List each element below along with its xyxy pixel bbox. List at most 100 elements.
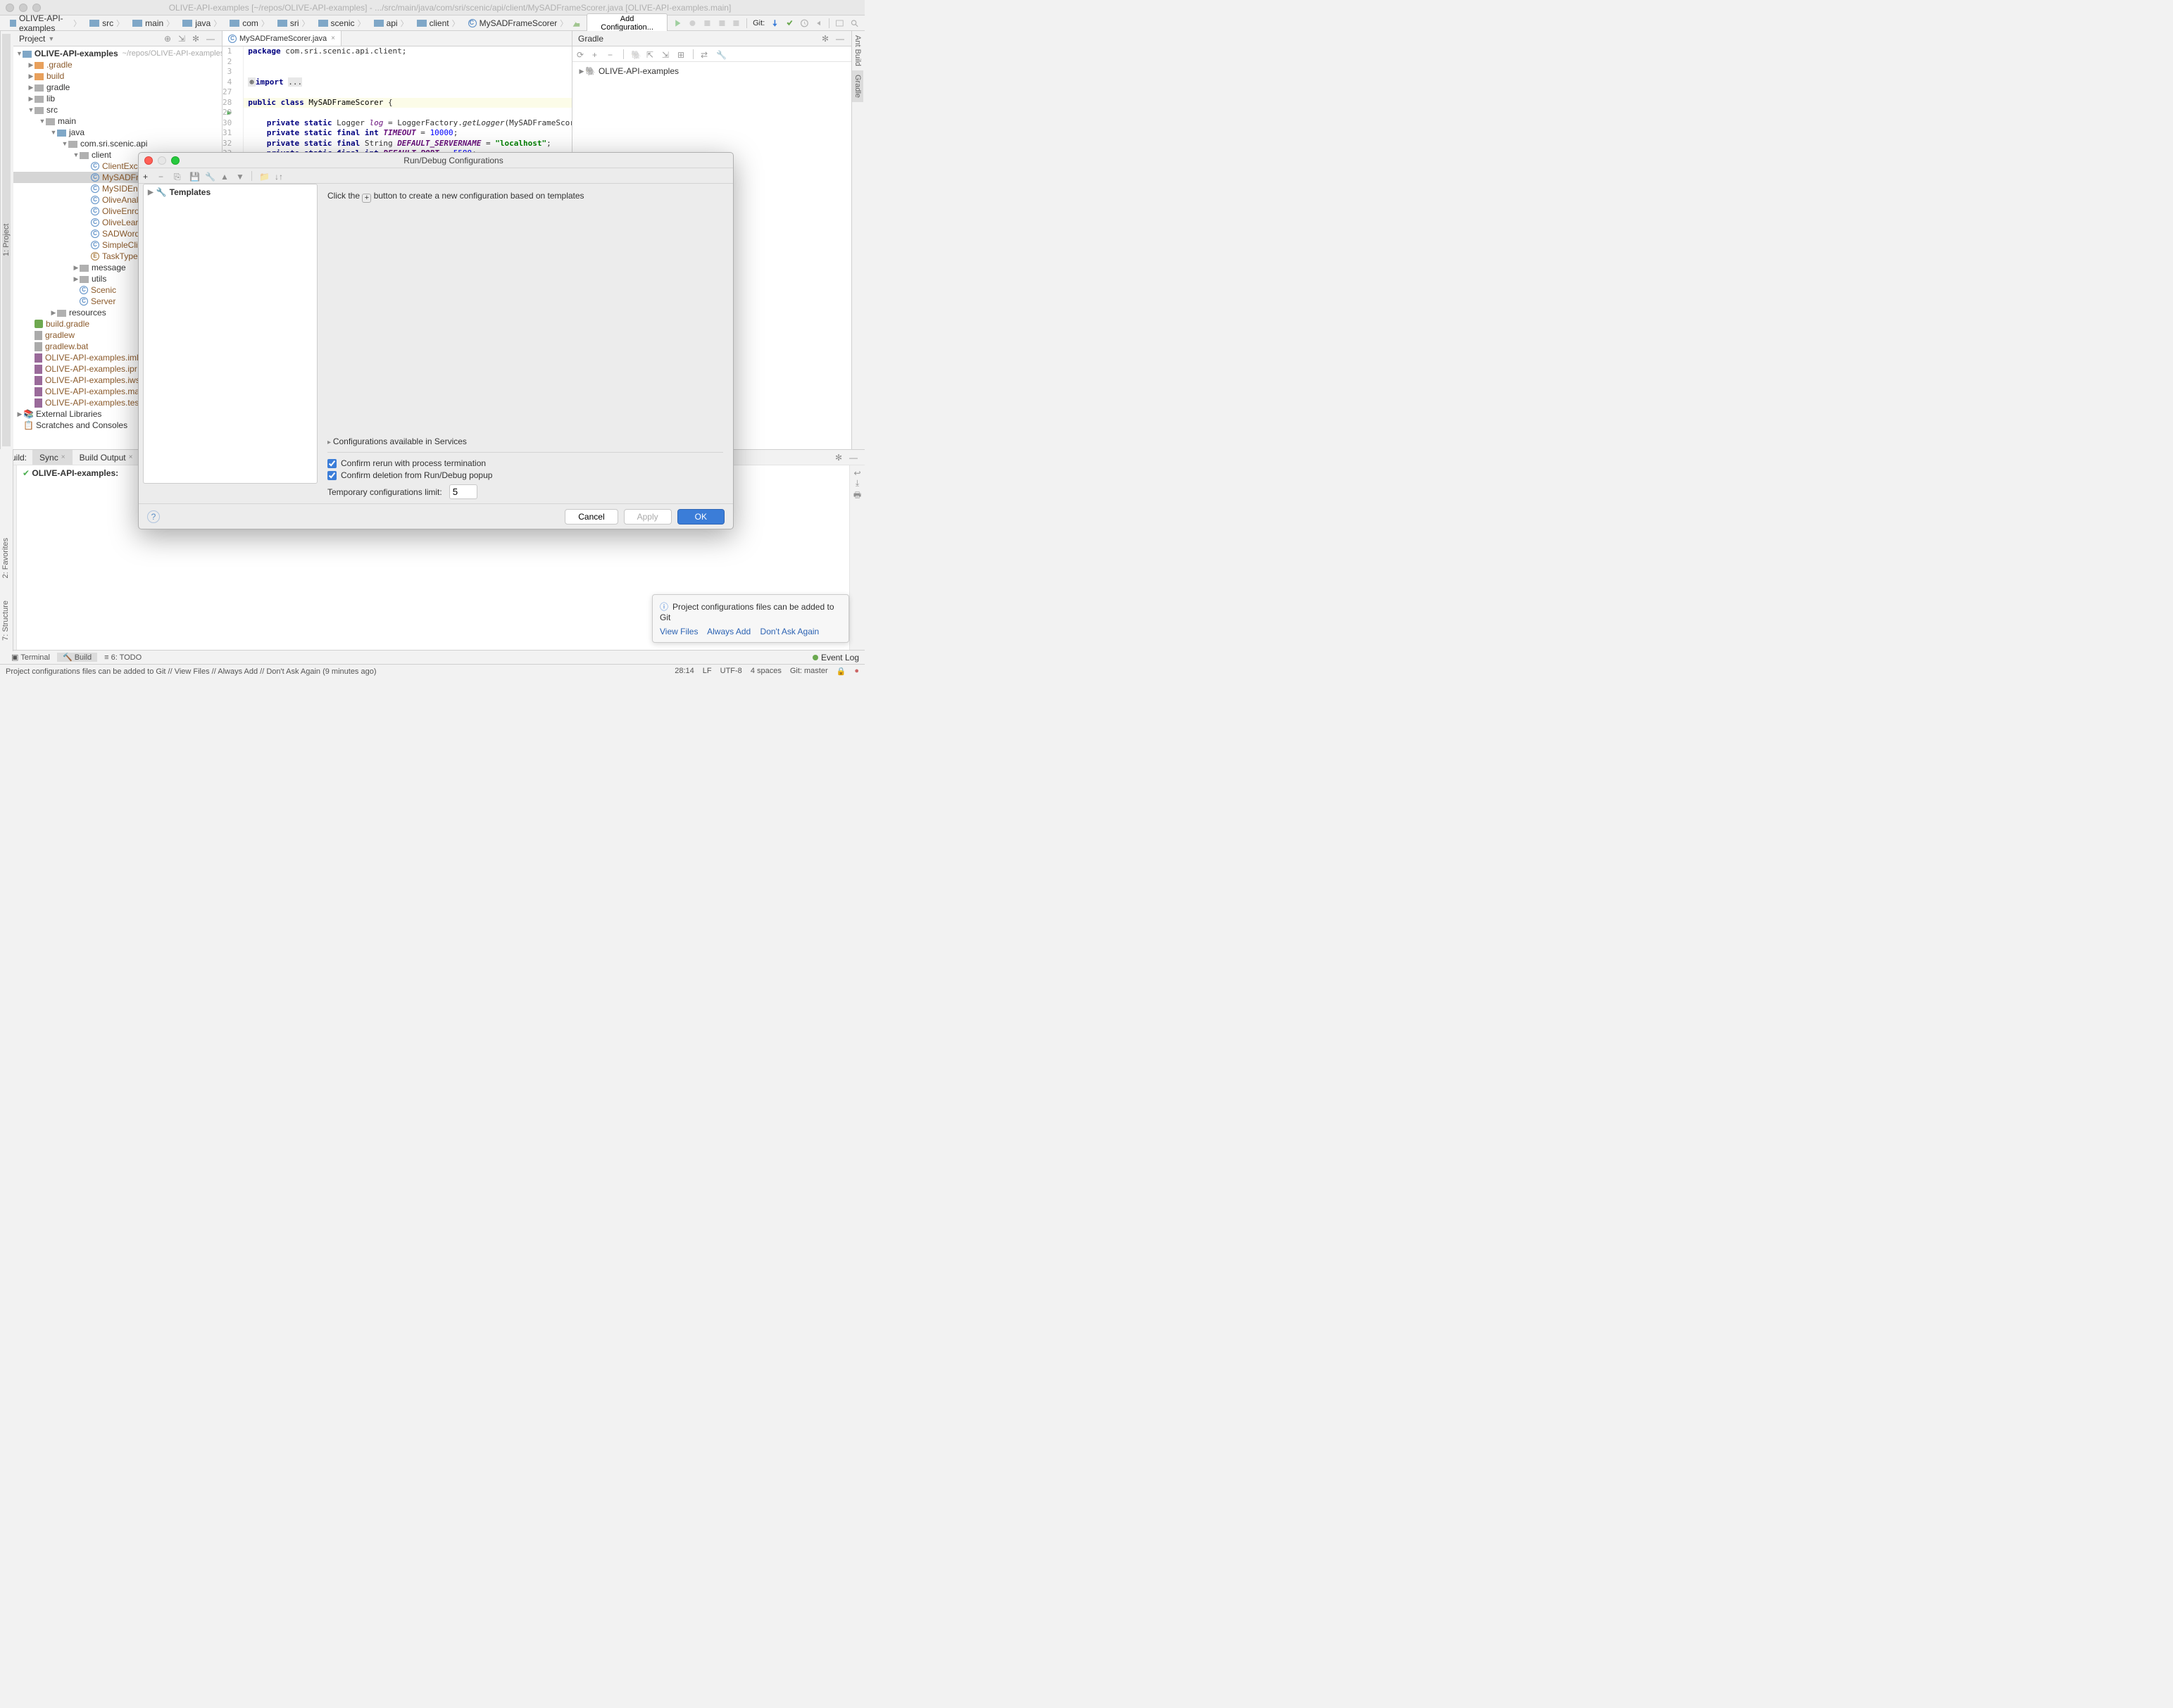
left-tool-strip: 1: Project	[0, 31, 13, 449]
build-tab[interactable]: 🔨 Build	[57, 653, 97, 662]
run-configuration-button[interactable]: Add Configuration...	[587, 13, 668, 33]
todo-tab[interactable]: ≡ 6: TODO	[99, 653, 147, 662]
breadcrumb[interactable]: sri	[273, 18, 314, 29]
hide-icon[interactable]: —	[206, 34, 216, 44]
refresh-icon[interactable]: ⟳	[577, 50, 585, 58]
ant-tool-tab[interactable]: Ant Build	[852, 31, 863, 70]
git-label: Git:	[753, 19, 765, 27]
indent-info[interactable]: 4 spaces	[751, 667, 782, 676]
idea-file-icon	[35, 365, 42, 374]
minimize-window-icon[interactable]	[19, 4, 27, 12]
git-branch[interactable]: Git: master	[790, 667, 828, 676]
add-config-icon[interactable]: +	[143, 172, 151, 180]
build-output-tab[interactable]: Build Output×	[73, 450, 140, 465]
wrench-icon[interactable]: 🔧	[716, 50, 725, 58]
vcs-commit-icon[interactable]	[785, 18, 794, 28]
confirm-rerun-checkbox[interactable]	[327, 459, 337, 468]
debug-icon[interactable]	[688, 18, 697, 28]
zoom-window-icon[interactable]	[32, 4, 41, 12]
close-window-icon[interactable]	[6, 4, 14, 12]
settings-icon[interactable]: ✻	[835, 453, 845, 463]
settings-icon[interactable]: ✻	[822, 34, 832, 44]
collapse-icon[interactable]: ⇲	[662, 50, 670, 58]
dont-ask-link[interactable]: Don't Ask Again	[760, 627, 820, 636]
editor-tab[interactable]: C MySADFrameScorer.java ×	[223, 31, 342, 46]
sort-icon[interactable]: ↓↑	[275, 172, 283, 180]
expand-icon[interactable]: ⇱	[646, 50, 655, 58]
line-separator[interactable]: LF	[703, 667, 712, 676]
print-icon[interactable]: 🖶	[850, 489, 865, 503]
project-tool-tab[interactable]: 1: Project	[2, 34, 11, 446]
vcs-history-icon[interactable]	[800, 18, 809, 28]
close-tab-icon[interactable]: ×	[129, 453, 133, 461]
module-icon	[10, 20, 16, 27]
hide-icon[interactable]: —	[836, 34, 846, 44]
memory-icon[interactable]: ●	[854, 667, 859, 676]
breadcrumb[interactable]: main	[128, 18, 178, 29]
project-structure-icon[interactable]	[835, 18, 844, 28]
breadcrumb[interactable]: api	[370, 18, 413, 29]
vcs-update-icon[interactable]	[770, 18, 779, 28]
empty-hint: Click the + button to create a new confi…	[327, 191, 723, 203]
soft-wrap-icon[interactable]: ↩	[850, 468, 865, 478]
terminal-tab[interactable]: ▣ Terminal	[6, 653, 56, 662]
templates-node[interactable]: ▶ 🔧 Templates	[144, 184, 317, 200]
remove-config-icon[interactable]: −	[158, 172, 167, 180]
gradle-elephant-icon[interactable]: 🐘	[631, 50, 639, 58]
cursor-position[interactable]: 28:14	[675, 667, 694, 676]
expand-all-icon[interactable]: ⇲	[178, 34, 188, 44]
search-everywhere-icon[interactable]	[850, 18, 859, 28]
breadcrumb[interactable]: client	[413, 18, 464, 29]
gradle-tree[interactable]: ▶ 🐘 OLIVE-API-examples	[572, 62, 851, 80]
structure-tool-tab[interactable]: 7: Structure	[0, 596, 11, 645]
ok-button[interactable]: OK	[677, 509, 725, 525]
zoom-dialog-icon[interactable]	[171, 156, 180, 165]
confirm-delete-checkbox[interactable]	[327, 471, 337, 480]
limit-input[interactable]	[449, 484, 477, 499]
breadcrumb[interactable]: com	[225, 18, 273, 29]
copy-config-icon[interactable]: ⎘	[174, 172, 182, 180]
breadcrumb[interactable]: src	[85, 18, 128, 29]
run-icon[interactable]	[673, 18, 682, 28]
save-config-icon[interactable]: 💾	[189, 172, 198, 180]
breadcrumb[interactable]: MySADFrameScorer	[464, 18, 572, 29]
add-icon[interactable]: +	[592, 50, 601, 58]
close-dialog-icon[interactable]	[144, 156, 153, 165]
profile-icon[interactable]	[718, 18, 727, 28]
build-icon[interactable]	[572, 18, 581, 28]
favorites-tool-tab[interactable]: 2: Favorites	[0, 534, 11, 582]
always-add-link[interactable]: Always Add	[707, 627, 751, 636]
folder-icon[interactable]: 📁	[259, 172, 268, 180]
cancel-button[interactable]: Cancel	[565, 509, 618, 525]
stop-icon[interactable]	[732, 18, 741, 28]
coverage-icon[interactable]	[703, 18, 712, 28]
tasks-icon[interactable]: ⊞	[677, 50, 686, 58]
event-log-button[interactable]: Event Log	[813, 653, 859, 663]
help-icon[interactable]: ?	[147, 510, 160, 523]
services-expander[interactable]: Configurations available in Services	[327, 437, 723, 446]
move-down-icon[interactable]: ▼	[236, 172, 244, 180]
lock-icon[interactable]: 🔒	[837, 667, 846, 676]
select-opened-icon[interactable]: ⊕	[164, 34, 174, 44]
sync-tab[interactable]: Sync×	[32, 450, 73, 465]
gradle-tool-tab[interactable]: Gradle	[852, 70, 863, 102]
settings-icon[interactable]: ✻	[192, 34, 202, 44]
config-tree[interactable]: ▶ 🔧 Templates	[143, 184, 318, 484]
remove-icon[interactable]: −	[608, 50, 616, 58]
close-tab-icon[interactable]: ×	[331, 34, 335, 42]
vcs-rollback-icon[interactable]	[815, 18, 824, 28]
breadcrumb[interactable]: scenic	[314, 18, 370, 29]
scroll-end-icon[interactable]: ⤓	[850, 478, 865, 489]
hide-icon[interactable]: —	[849, 453, 859, 463]
close-tab-icon[interactable]: ×	[61, 453, 65, 461]
breadcrumb[interactable]: OLIVE-API-examples	[6, 13, 85, 33]
file-encoding[interactable]: UTF-8	[720, 667, 742, 676]
offline-icon[interactable]: ⇄	[701, 50, 709, 58]
apply-button[interactable]: Apply	[624, 509, 672, 525]
folder-icon	[35, 107, 44, 114]
edit-templates-icon[interactable]: 🔧	[205, 172, 213, 180]
project-panel-title[interactable]: Project	[19, 34, 45, 44]
breadcrumb[interactable]: java	[178, 18, 225, 29]
view-files-link[interactable]: View Files	[660, 627, 698, 636]
move-up-icon[interactable]: ▲	[220, 172, 229, 180]
